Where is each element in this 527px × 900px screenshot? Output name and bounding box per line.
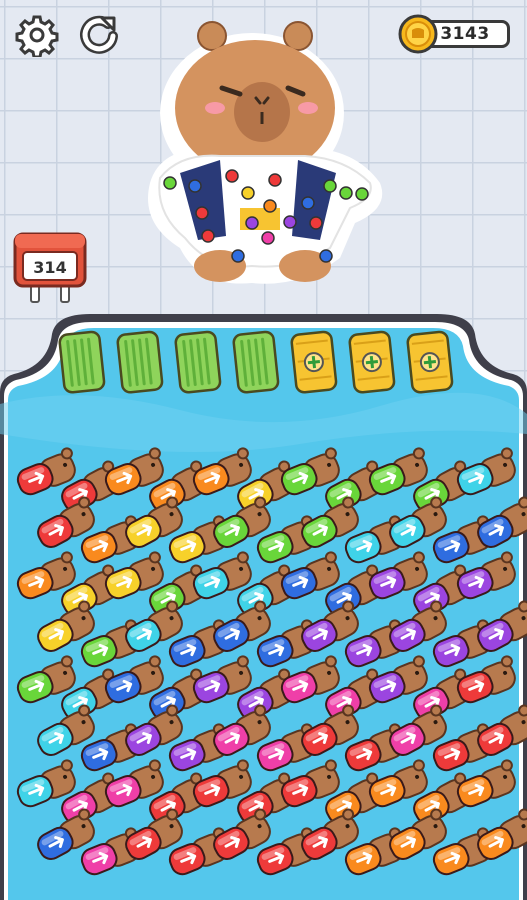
screw-tile[interactable] — [453, 759, 521, 811]
screw-tile[interactable] — [453, 447, 521, 499]
screw-tile[interactable] — [453, 655, 521, 707]
screw-tile[interactable] — [453, 551, 521, 603]
screw-tile-field — [16, 447, 527, 876]
